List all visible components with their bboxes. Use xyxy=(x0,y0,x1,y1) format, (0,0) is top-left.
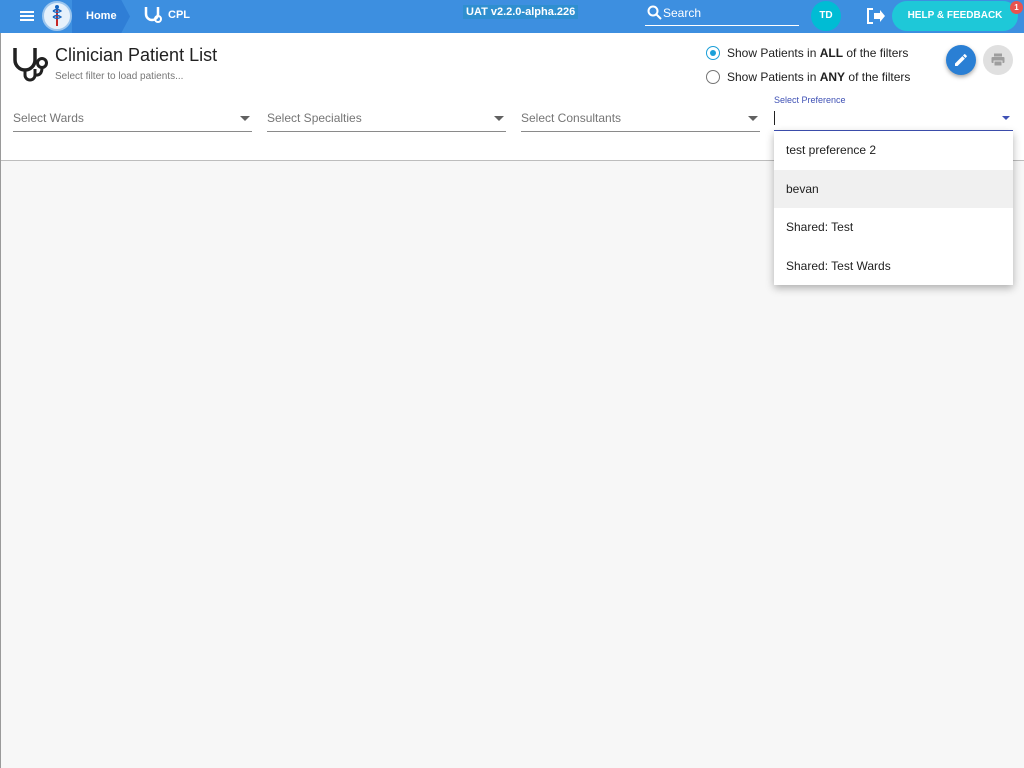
preference-option[interactable]: Shared: Test xyxy=(774,208,1013,247)
preference-option[interactable]: test preference 2 xyxy=(774,131,1013,170)
breadcrumb-cpl[interactable]: CPL xyxy=(168,9,190,21)
specialties-select[interactable]: Select Specialties xyxy=(267,108,506,132)
breadcrumb-home[interactable]: Home xyxy=(72,0,130,33)
edit-button[interactable] xyxy=(946,45,976,75)
radio-any[interactable] xyxy=(706,70,720,84)
filter-mode-all-label: Show Patients in ALL of the filters xyxy=(727,46,909,60)
search-icon xyxy=(647,5,662,20)
stethoscope-icon xyxy=(12,45,50,83)
chevron-down-icon xyxy=(494,116,504,121)
chevron-down-icon xyxy=(748,116,758,121)
preference-option[interactable]: bevan xyxy=(774,169,1013,208)
edit-icon xyxy=(955,54,967,66)
preference-select[interactable] xyxy=(774,108,1013,132)
page-border xyxy=(0,33,1,768)
preference-dropdown-menu: test preference 2 bevan Shared: Test Sha… xyxy=(774,131,1013,285)
consultants-select[interactable]: Select Consultants xyxy=(521,108,760,132)
page-title: Clinician Patient List xyxy=(55,45,218,65)
app-logo-icon[interactable] xyxy=(42,1,72,31)
preference-option[interactable]: Shared: Test Wards xyxy=(774,247,1013,286)
wards-select[interactable]: Select Wards xyxy=(13,108,252,132)
notification-badge: 1 xyxy=(1010,1,1023,14)
version-label: UAT v2.2.0-alpha.226 xyxy=(463,5,579,19)
stethoscope-icon xyxy=(143,5,163,27)
radio-all[interactable] xyxy=(706,46,720,60)
specialties-placeholder: Select Specialties xyxy=(267,111,362,125)
consultants-placeholder: Select Consultants xyxy=(521,111,622,125)
preference-label: Select Preference xyxy=(774,95,846,105)
page-subtitle: Select filter to load patients... xyxy=(55,71,184,82)
user-avatar[interactable]: TD xyxy=(811,1,841,31)
text-cursor xyxy=(774,111,775,125)
help-feedback-button[interactable]: HELP & FEEDBACK xyxy=(892,1,1018,31)
print-button[interactable] xyxy=(983,45,1013,75)
top-app-bar: Home CPL UAT v2.2.0-alpha.226 Search TD … xyxy=(0,0,1024,33)
logout-icon[interactable] xyxy=(866,7,886,25)
chevron-down-icon xyxy=(240,116,250,121)
menu-icon[interactable] xyxy=(18,8,38,24)
chevron-down-icon xyxy=(1002,116,1010,120)
filter-mode-any-label: Show Patients in ANY of the filters xyxy=(727,70,911,84)
wards-placeholder: Select Wards xyxy=(13,111,84,125)
search-input[interactable]: Search xyxy=(645,4,799,26)
print-icon xyxy=(991,53,1005,67)
search-placeholder: Search xyxy=(663,6,702,20)
